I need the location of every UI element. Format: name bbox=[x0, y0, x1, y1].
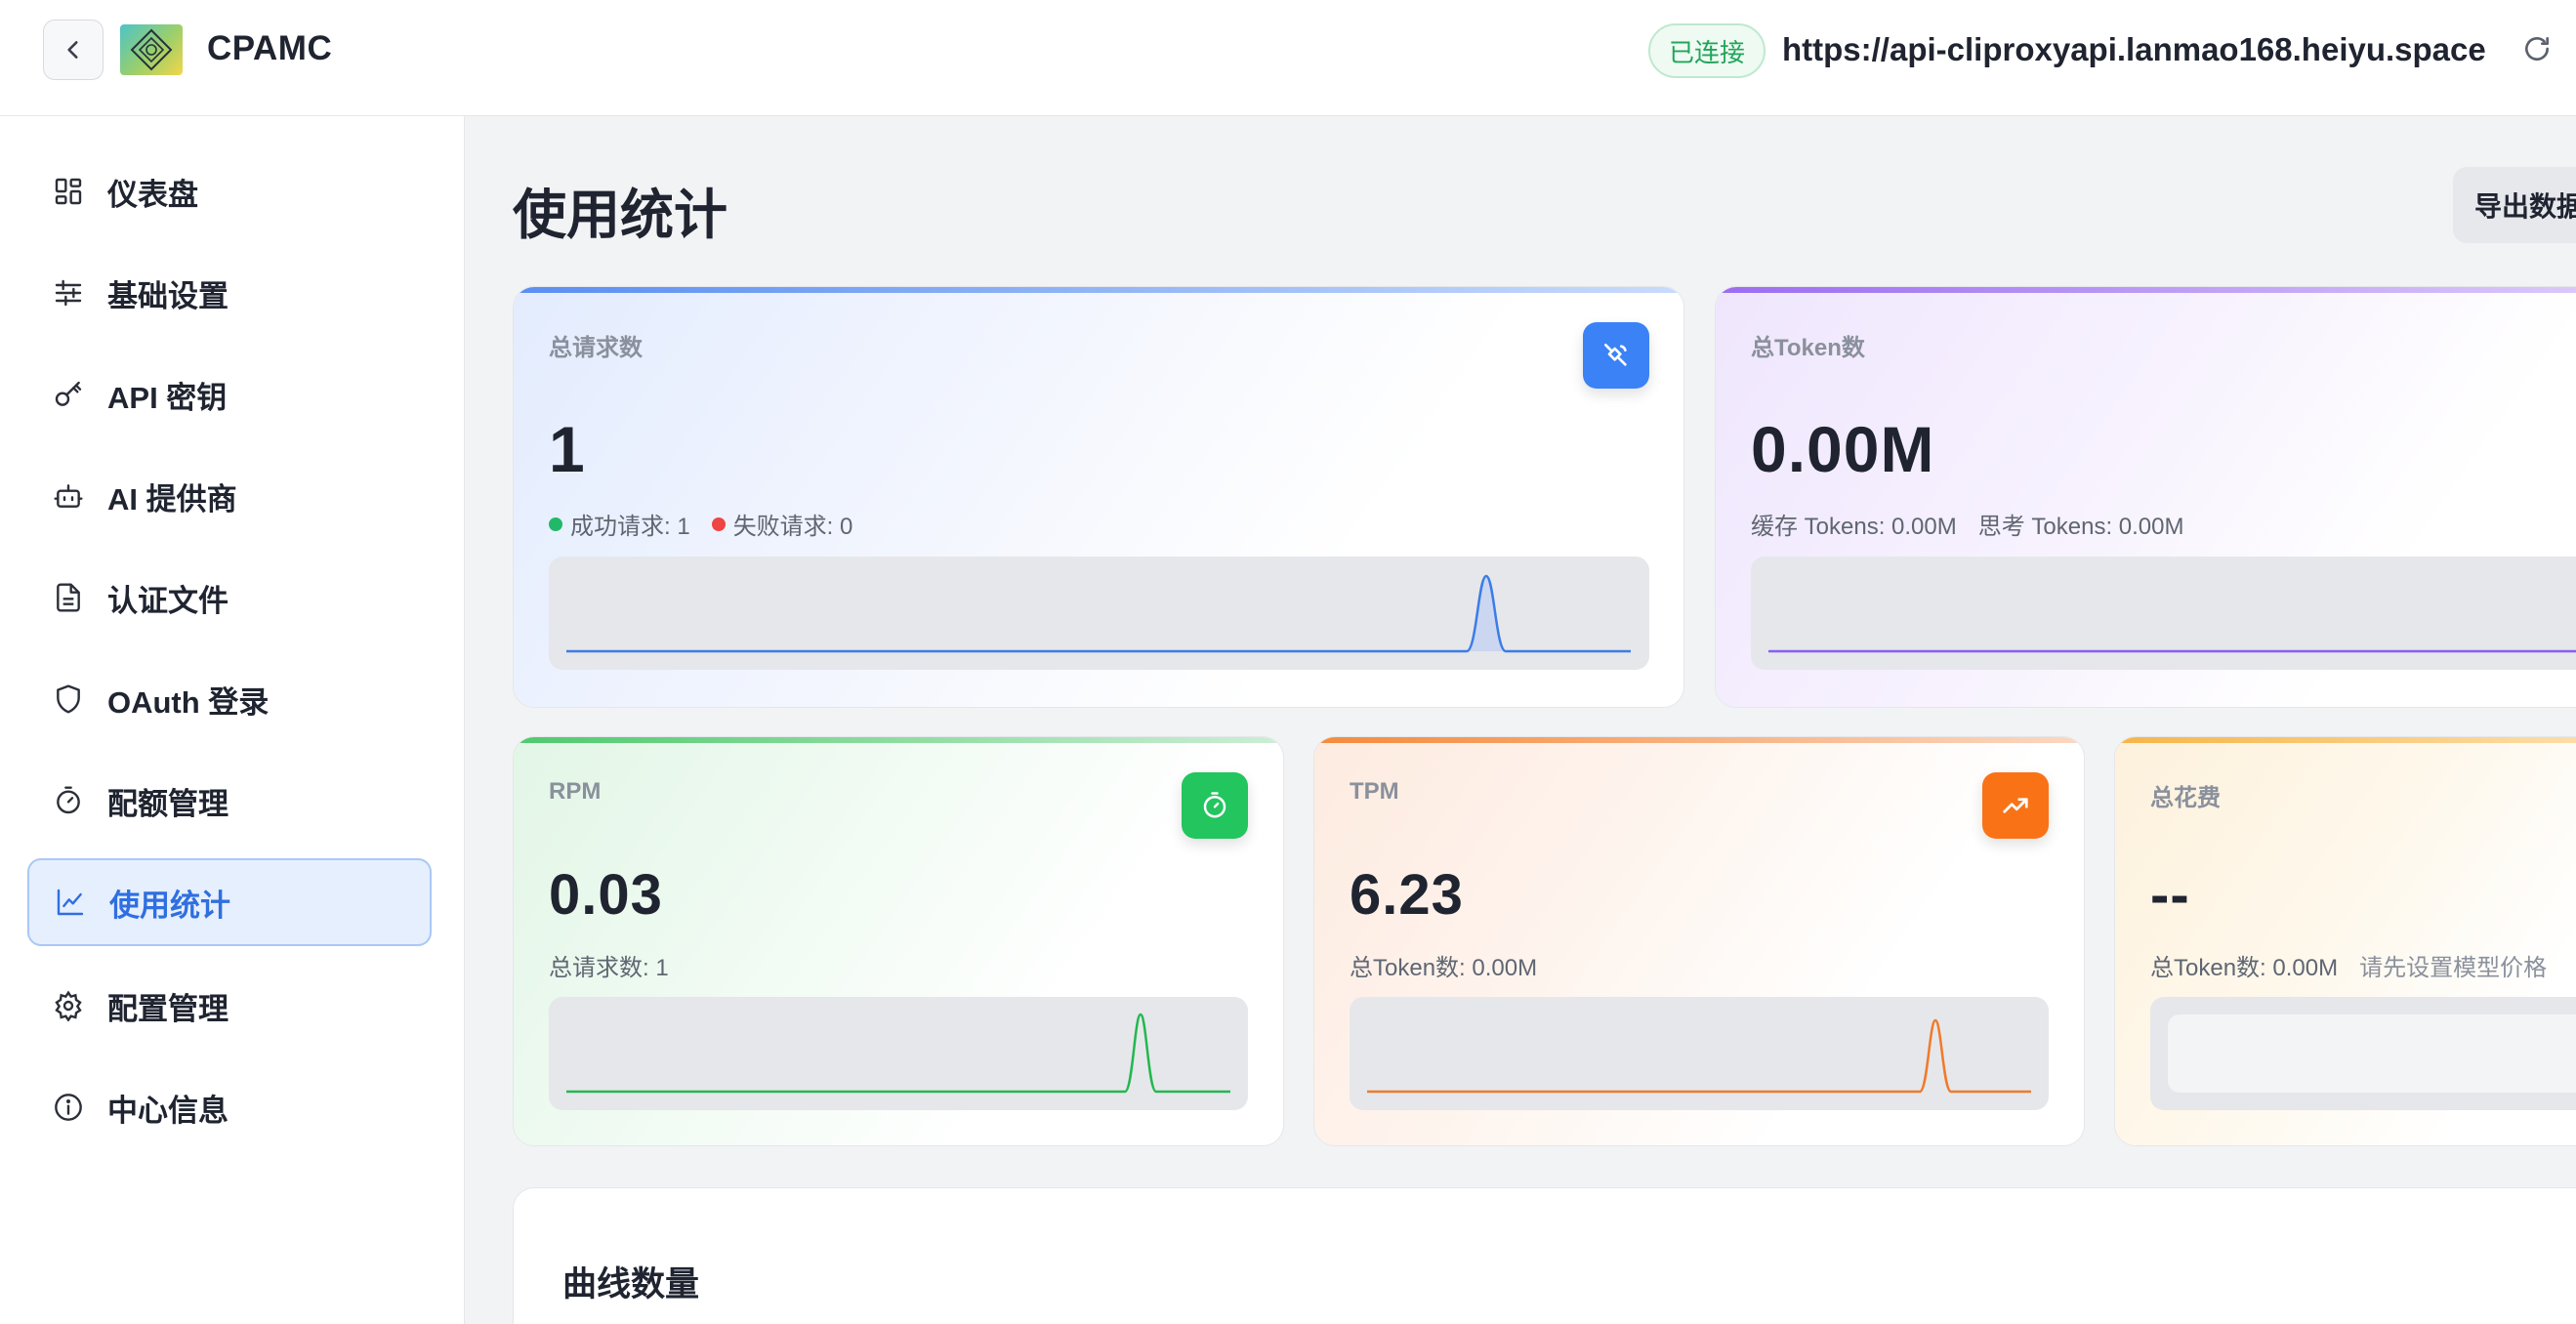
sidebar: 仪表盘 基础设置 API 密钥 AI 提供商 认证文件 OAuth 登录 配额管… bbox=[0, 116, 465, 1324]
gear-icon bbox=[51, 988, 86, 1023]
shield-icon bbox=[51, 682, 86, 717]
card-label: RPM bbox=[549, 778, 602, 805]
cost-hint: 请先设置模型价格 bbox=[2359, 955, 2548, 981]
sidebar-item-label: 认证文件 bbox=[107, 583, 229, 618]
card-value: -- bbox=[2150, 863, 2190, 927]
requests-sparkline bbox=[549, 557, 1649, 670]
chart-line-icon bbox=[53, 885, 88, 920]
fail-count: 失败请求: 0 bbox=[732, 514, 853, 540]
sidebar-item-auth-files[interactable]: 认证文件 bbox=[27, 554, 432, 641]
page-title: 使用统计 bbox=[513, 185, 728, 245]
curve-count-section: 曲线数量 bbox=[513, 1187, 2576, 1324]
sidebar-item-config[interactable]: 配置管理 bbox=[27, 962, 432, 1050]
section-title: 曲线数量 bbox=[562, 1265, 700, 1303]
cost-token-count: 总Token数: 0.00M bbox=[2150, 955, 2339, 981]
satellite-icon bbox=[1583, 322, 1649, 389]
success-dot-icon bbox=[549, 517, 562, 531]
rpm-sparkline bbox=[549, 997, 1248, 1110]
connection-url: https://api-cliproxyapi.lanmao168.heiyu.… bbox=[1782, 31, 2486, 67]
info-icon bbox=[51, 1090, 86, 1125]
card-label: 总花费 bbox=[2150, 785, 2221, 811]
total-cost-card: 总花费 -- 总Token数: 0.00M 请先设置模型价格 bbox=[2114, 736, 2576, 1146]
sidebar-item-basic-settings[interactable]: 基础设置 bbox=[27, 249, 432, 337]
sidebar-item-ai-providers[interactable]: AI 提供商 bbox=[27, 452, 432, 540]
card-sub: 成功请求: 1 失败请求: 0 bbox=[549, 507, 852, 541]
card-value: 6.23 bbox=[1350, 863, 1464, 927]
export-data-button[interactable]: 导出数据 bbox=[2453, 167, 2576, 243]
sidebar-item-usage-stats[interactable]: 使用统计 bbox=[27, 858, 432, 946]
card-label: 总Token数 bbox=[1751, 335, 1865, 361]
total-requests-card: 总请求数 1 成功请求: 1 失败请求: 0 bbox=[513, 286, 1684, 708]
dashboard-icon bbox=[51, 174, 86, 209]
app-logo bbox=[120, 24, 183, 75]
cost-sparkline-placeholder bbox=[2150, 997, 2576, 1110]
sliders-icon bbox=[51, 275, 86, 310]
rpm-card: RPM 0.03 总请求数: 1 bbox=[513, 736, 1284, 1146]
tokens-sparkline bbox=[1751, 557, 2576, 670]
connection-status-badge: 已连接 bbox=[1648, 23, 1766, 78]
bot-icon bbox=[51, 478, 86, 514]
card-value: 0.00M bbox=[1751, 413, 1935, 485]
refresh-icon bbox=[2525, 37, 2549, 61]
total-tokens-card: 总Token数 0.00M 缓存 Tokens: 0.00M 思考 Tokens… bbox=[1715, 286, 2576, 708]
reasoning-tokens: 思考 Tokens: 0.00M bbox=[1977, 514, 2184, 540]
key-icon bbox=[51, 377, 86, 412]
card-label: TPM bbox=[1350, 778, 1399, 805]
stopwatch-icon bbox=[1182, 772, 1248, 839]
timer-icon bbox=[51, 783, 86, 818]
card-value: 0.03 bbox=[549, 863, 663, 927]
card-sub: 缓存 Tokens: 0.00M 思考 Tokens: 0.00M bbox=[1751, 507, 2184, 541]
sidebar-item-label: 仪表盘 bbox=[107, 177, 198, 212]
sidebar-item-label: 配置管理 bbox=[107, 991, 229, 1026]
tpm-card: TPM 6.23 总Token数: 0.00M bbox=[1313, 736, 2085, 1146]
app-title: CPAMC bbox=[207, 29, 333, 67]
back-button[interactable] bbox=[43, 20, 104, 80]
sidebar-item-oauth-login[interactable]: OAuth 登录 bbox=[27, 655, 432, 743]
top-header: CPAMC 已连接 https://api-cliproxyapi.lanmao… bbox=[0, 0, 2576, 116]
card-sub: 总Token数: 0.00M bbox=[1350, 955, 1538, 981]
sidebar-item-dashboard[interactable]: 仪表盘 bbox=[27, 147, 432, 235]
tpm-sparkline bbox=[1350, 997, 2049, 1110]
sidebar-item-label: 中心信息 bbox=[107, 1093, 229, 1128]
chevron-left-icon bbox=[67, 41, 78, 59]
cached-tokens: 缓存 Tokens: 0.00M bbox=[1751, 514, 1957, 540]
card-sub: 总Token数: 0.00M 请先设置模型价格 bbox=[2150, 948, 2547, 982]
sidebar-item-center-info[interactable]: 中心信息 bbox=[27, 1063, 432, 1151]
sidebar-item-label: API 密钥 bbox=[107, 380, 228, 415]
card-value: 1 bbox=[549, 413, 586, 485]
sidebar-item-label: 使用统计 bbox=[109, 888, 230, 923]
trending-up-icon bbox=[1982, 772, 2049, 839]
sidebar-item-api-keys[interactable]: API 密钥 bbox=[27, 351, 432, 438]
sidebar-item-label: AI 提供商 bbox=[107, 481, 237, 517]
sidebar-item-label: 基础设置 bbox=[107, 278, 229, 313]
sidebar-item-quota[interactable]: 配额管理 bbox=[27, 757, 432, 845]
card-label: 总请求数 bbox=[549, 335, 643, 361]
sidebar-item-label: 配额管理 bbox=[107, 786, 229, 821]
sidebar-item-label: OAuth 登录 bbox=[107, 684, 270, 720]
refresh-button[interactable] bbox=[2517, 29, 2556, 68]
fail-dot-icon bbox=[711, 517, 726, 531]
success-count: 成功请求: 1 bbox=[570, 514, 690, 540]
card-sub: 总请求数: 1 bbox=[549, 955, 669, 981]
file-icon bbox=[51, 580, 86, 615]
